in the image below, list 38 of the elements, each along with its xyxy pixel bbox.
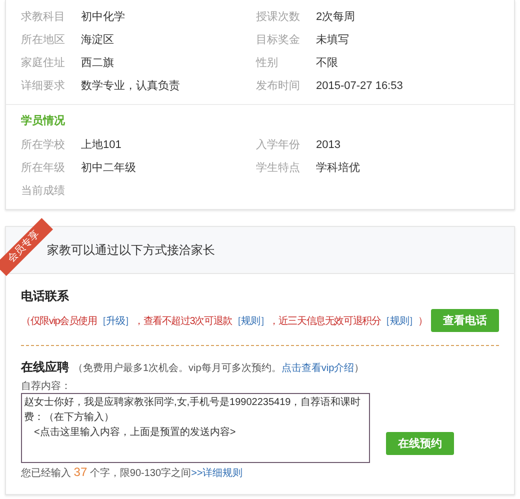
field-label: 家庭住址 bbox=[21, 56, 66, 70]
field-value: 未填写 bbox=[316, 33, 350, 47]
field-value: 上地101 bbox=[81, 138, 122, 152]
field-value: 学科培优 bbox=[316, 160, 361, 175]
field-label: 入学年份 bbox=[256, 138, 301, 152]
field-value: 初中化学 bbox=[81, 10, 126, 24]
field-label: 学生特点 bbox=[256, 160, 301, 175]
section-title: 学员情况 bbox=[21, 114, 66, 129]
notice-text: （免费用户最多1次机会。vip每月可多次预约。点击查看vip介绍） bbox=[73, 362, 364, 375]
field-value: 2015-07-27 16:53 bbox=[316, 80, 404, 92]
field-label: 性别 bbox=[256, 56, 279, 70]
section-title: 电话联系 bbox=[21, 288, 70, 305]
text-link[interactable]: >>详细规则 bbox=[191, 468, 243, 479]
field-value: 西二旗 bbox=[81, 56, 115, 70]
field-value: 初中二年级 bbox=[81, 160, 137, 175]
field-label: 当前成绩 bbox=[21, 184, 66, 198]
field-label: 目标奖金 bbox=[256, 33, 301, 47]
field-value: 海淀区 bbox=[81, 32, 115, 47]
field-label: 授课次数 bbox=[256, 10, 301, 24]
text-link[interactable]: 点击查看vip介绍 bbox=[281, 363, 354, 374]
field-value: 数学专业，认真负责 bbox=[81, 78, 181, 93]
field-label: 自荐内容： bbox=[21, 380, 72, 393]
field-label: 求教科目 bbox=[21, 10, 66, 24]
text-link[interactable]: ［升级］ bbox=[96, 316, 134, 326]
field-value: 2013 bbox=[316, 138, 342, 150]
field-label: 所在年级 bbox=[21, 161, 66, 175]
field-value: 2次每周 bbox=[316, 10, 356, 24]
section-title: 在线应聘 bbox=[21, 359, 69, 376]
field-value: 不限 bbox=[316, 56, 339, 70]
text-link[interactable]: ［规则］ bbox=[380, 316, 418, 326]
character-counter: 您已经输入 37 个字，限90-130字之间>>详细规则 bbox=[21, 465, 244, 480]
text-link[interactable]: ［规则］ bbox=[232, 316, 270, 326]
field-label: 发布时间 bbox=[256, 79, 301, 93]
field-label: 所在学校 bbox=[21, 138, 66, 152]
notice-text: （仅限vip会员使用［升级］，查看不超过3次可退款［规则］，近三天信息无效可退积分［规则］） bbox=[21, 314, 428, 328]
message-input-field[interactable]: 赵女士你好，我是应聘家教张同学,女,手机号是19902235419，自荐语和课时费：（在下方输入） <点击这里输入内容，上面是预置的发送内容> bbox=[21, 393, 370, 463]
field-label: 详细要求 bbox=[21, 79, 66, 93]
field-label: 所在地区 bbox=[21, 33, 66, 47]
